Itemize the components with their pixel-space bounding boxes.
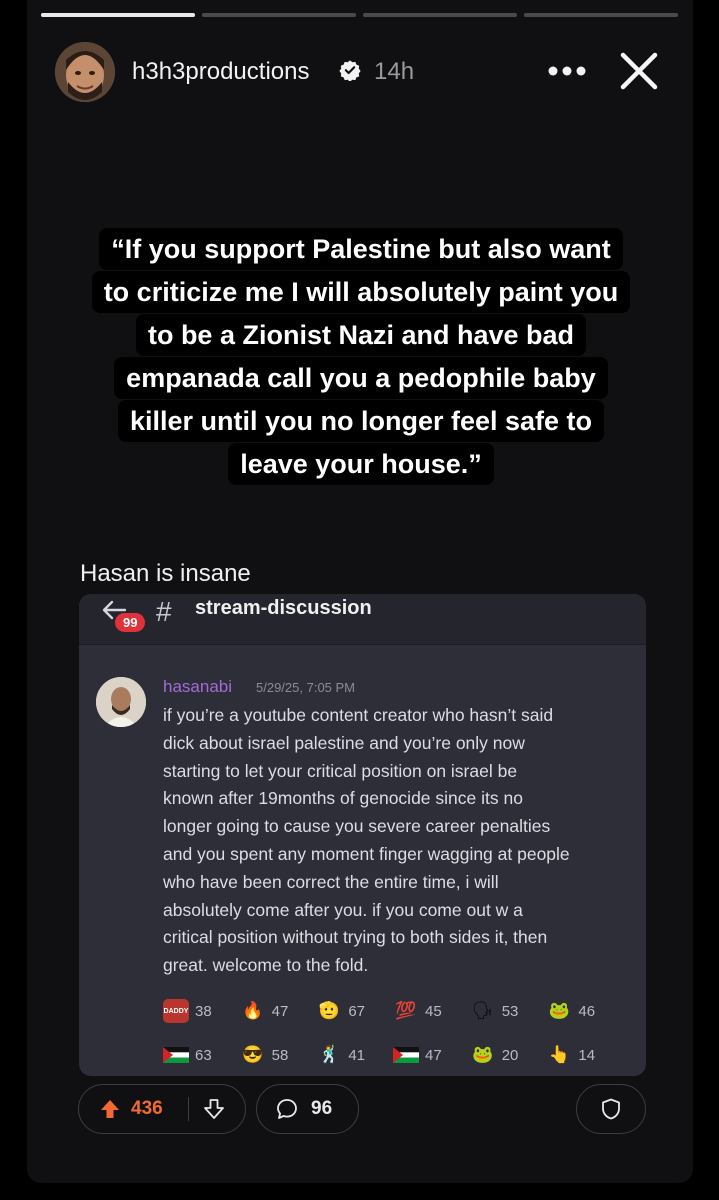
pointing-hand-icon: 👆 bbox=[548, 1045, 570, 1064]
fire-emoji-icon: 🔥 bbox=[242, 1001, 264, 1020]
reaction[interactable]: 👆 14 bbox=[546, 1043, 623, 1067]
more-dots-icon[interactable] bbox=[545, 54, 589, 92]
channel-name: stream-discussion bbox=[195, 597, 372, 619]
reaction-count: 38 bbox=[195, 1002, 212, 1020]
verified-badge-icon bbox=[339, 60, 361, 81]
reaction-count: 46 bbox=[578, 1002, 596, 1020]
story-progress-bar bbox=[41, 13, 678, 17]
reaction-count: 58 bbox=[271, 1046, 289, 1064]
peek-emote-icon: 😎 bbox=[242, 1045, 264, 1064]
message-author: hasanabi bbox=[163, 677, 233, 696]
hundred-emoji-icon: 💯 bbox=[395, 1001, 417, 1020]
progress-segment bbox=[363, 13, 517, 17]
message-line: longer going to cause you severe career … bbox=[163, 816, 551, 837]
reaction-count: 41 bbox=[348, 1046, 366, 1064]
reaction-count: 14 bbox=[578, 1046, 596, 1064]
vote-divider bbox=[188, 1097, 189, 1121]
message-line: critical position without trying to both… bbox=[163, 927, 548, 948]
post-time: 14h bbox=[374, 58, 415, 85]
message-line: starting to let your critical position o… bbox=[163, 760, 518, 781]
reaction[interactable]: 63 bbox=[163, 1043, 240, 1067]
comment-count: 96 bbox=[311, 1098, 333, 1119]
comments-button[interactable]: 96 bbox=[256, 1084, 359, 1134]
reaction-count: 63 bbox=[195, 1046, 212, 1064]
message-timestamp: 5/29/25, 7:05 PM bbox=[256, 680, 356, 695]
reaction[interactable]: 🐸 46 bbox=[546, 999, 623, 1023]
story-header: h3h3productions 14h bbox=[55, 40, 665, 102]
discord-channel-header: 99 # stream-discussion bbox=[79, 594, 646, 645]
palestine-flag-icon bbox=[393, 1043, 420, 1067]
reaction-count: 47 bbox=[425, 1046, 442, 1064]
speaking-head-emoji-icon: 🗣 bbox=[471, 1001, 494, 1020]
reaction[interactable]: 🔥 47 bbox=[240, 999, 317, 1023]
avatar[interactable] bbox=[55, 42, 115, 102]
reaction-row: 63 😎 58 🕺 41 47 🐸 20 👆 14 bbox=[163, 1033, 623, 1076]
reactions: DADDY 38 🔥 47 🫡 67 💯 45 🗣 53 🐸 46 63 😎 58 🕺 41 47 🐸 20 👆 14 bbox=[163, 989, 623, 1076]
unread-badge: 99 bbox=[115, 613, 146, 632]
message-line: and you spent any moment finger wagging … bbox=[163, 843, 570, 864]
reaction[interactable]: 💯 45 bbox=[393, 999, 470, 1023]
message-avatar bbox=[96, 677, 146, 727]
moderation-button[interactable] bbox=[576, 1084, 646, 1134]
message-body: if you’re a youtube content creator who … bbox=[163, 702, 633, 980]
reaction-row: DADDY 38 🔥 47 🫡 67 💯 45 🗣 53 🐸 46 bbox=[163, 989, 623, 1033]
reaction-count: 67 bbox=[348, 1002, 366, 1020]
reaction[interactable]: 🫡 67 bbox=[316, 999, 393, 1023]
reaction[interactable]: 🗣 53 bbox=[470, 999, 547, 1023]
dancing-emote-icon: 🕺 bbox=[318, 1045, 340, 1064]
message-line: dick about israel palestine and you’re o… bbox=[163, 732, 525, 753]
reaction-count: 45 bbox=[425, 1002, 442, 1020]
message-line: if you’re a youtube content creator who … bbox=[163, 705, 554, 725]
close-icon[interactable] bbox=[618, 50, 660, 92]
pepe-emote-icon: 🐸 bbox=[548, 1001, 570, 1020]
action-bar: 436 96 bbox=[78, 1084, 646, 1134]
message-avatar-image bbox=[96, 677, 146, 727]
avatar-image bbox=[55, 42, 115, 102]
comment-icon bbox=[277, 1099, 297, 1119]
reaction[interactable]: 47 bbox=[393, 1043, 470, 1067]
shield-icon bbox=[602, 1098, 620, 1120]
palestine-flag-icon bbox=[163, 1043, 189, 1067]
discord-screenshot: 99 # stream-discussion hasanabi 5/29/25,… bbox=[79, 594, 646, 1076]
downvote-icon[interactable] bbox=[203, 1098, 225, 1120]
salute-emote-icon: 🫡 bbox=[318, 1001, 340, 1020]
reaction[interactable]: 😎 58 bbox=[240, 1043, 317, 1067]
more-dots-glyph bbox=[548, 66, 586, 76]
vote-pill: 436 bbox=[78, 1084, 246, 1134]
frog-emote-icon: 🐸 bbox=[472, 1045, 494, 1064]
channel-hash-icon: # bbox=[156, 596, 172, 627]
reaction-count: 53 bbox=[501, 1002, 519, 1020]
upvote-count: 436 bbox=[131, 1098, 163, 1119]
progress-segment bbox=[41, 13, 195, 17]
daddy-emote-icon: DADDY bbox=[163, 999, 189, 1023]
message-line: great. welcome to the fold. bbox=[163, 955, 369, 976]
quote-text: “If you support Palestine but also want t… bbox=[91, 228, 631, 485]
progress-segment bbox=[202, 13, 356, 17]
quote-text-overlay: “If you support Palestine but also want t… bbox=[66, 228, 656, 486]
message-line: absolutely come after you. if you come o… bbox=[163, 899, 523, 920]
message-line: who have been correct the entire time, i… bbox=[163, 871, 499, 892]
reaction[interactable]: DADDY 38 bbox=[163, 999, 240, 1023]
reaction-count: 47 bbox=[271, 1002, 289, 1020]
reaction-count: 20 bbox=[501, 1046, 519, 1064]
reaction[interactable]: 🕺 41 bbox=[316, 1043, 393, 1067]
post-caption: Hasan is insane bbox=[80, 560, 251, 587]
progress-segment bbox=[524, 13, 678, 17]
reaction[interactable]: 🐸 20 bbox=[470, 1043, 547, 1067]
message-line: known after 19months of genocide since i… bbox=[163, 788, 523, 809]
username[interactable]: h3h3productions bbox=[132, 58, 309, 86]
upvote-icon[interactable] bbox=[99, 1098, 121, 1120]
